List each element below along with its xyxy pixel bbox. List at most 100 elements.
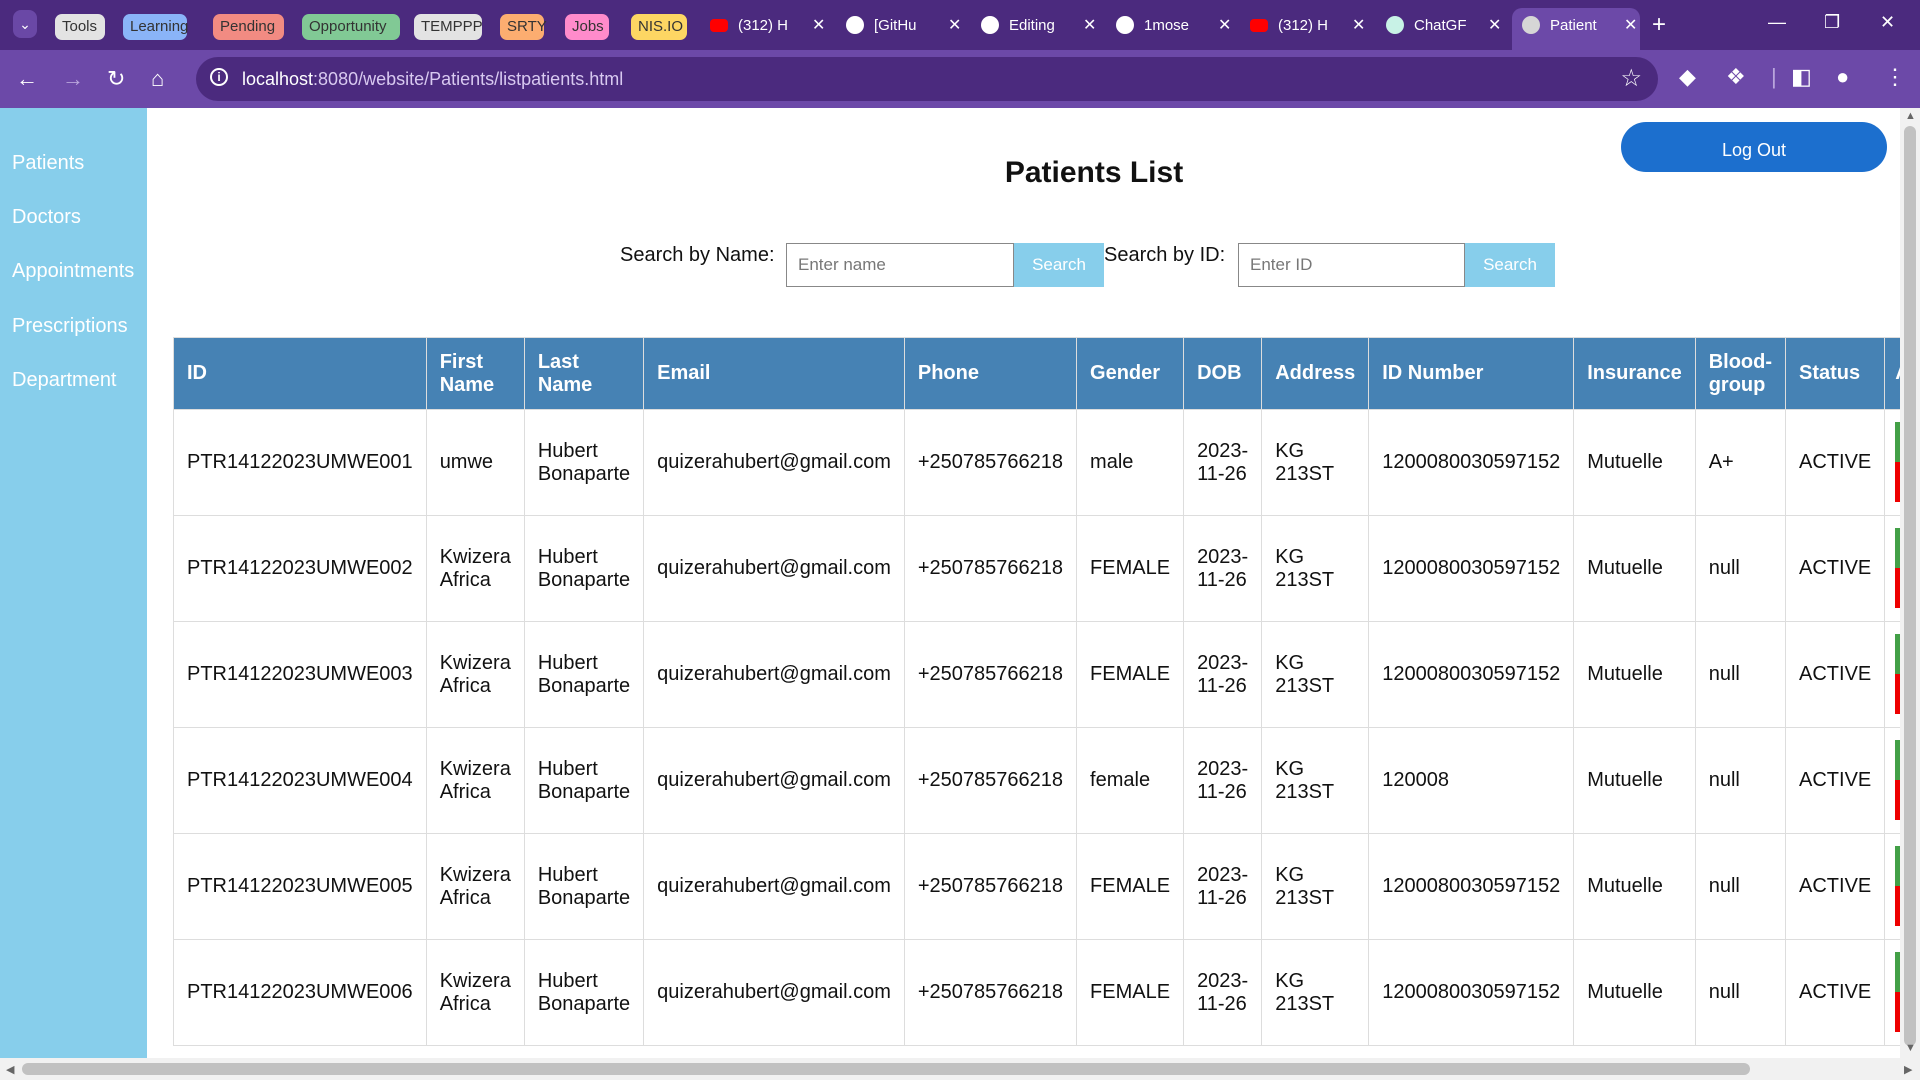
forward-arrow-icon[interactable]: → [62,66,84,92]
tab-group-2[interactable]: Pending [213,14,284,40]
sidebar-item-prescriptions[interactable]: Prescriptions [12,315,128,338]
search-id-input[interactable] [1238,243,1465,287]
table-cell: quizerahubert@gmail.com [643,939,905,1046]
close-tab-icon[interactable]: ✕ [1083,15,1096,35]
column-header[interactable]: Phone [903,337,1078,410]
table-cell: ACTIVE [1785,833,1886,940]
column-header[interactable]: Insurance [1573,337,1696,410]
table-row[interactable]: PTR14122023UMWE001 umwe Hubert Bonaparte qu… [173,409,1900,516]
url-text[interactable]: localhost:8080/website/Patients/listpati… [242,69,623,90]
browser-tab-title: [GitHu [874,16,917,34]
browser-tab-title: Editing [1009,16,1055,34]
browser-tab-title: (312) H [738,16,789,34]
restore-icon[interactable]: ❐ [1824,12,1840,33]
column-header[interactable]: Status [1785,337,1886,410]
table-cell: KG 213ST [1261,727,1370,834]
table-cell: Kwizera Africa [425,939,525,1046]
table-cell: umwe [425,409,525,516]
tab-group-4[interactable]: TEMPPP [414,14,483,40]
close-tab-icon[interactable]: ✕ [1624,15,1637,35]
horizontal-scroll-thumb[interactable] [22,1063,1750,1075]
table-cell: Mutuelle [1573,939,1696,1046]
search-name-input[interactable] [786,243,1014,287]
table-cell: quizerahubert@gmail.com [643,833,905,940]
table-cell: 120008 [1368,727,1575,834]
sidebar: Patients Doctors Appointments Prescripti… [0,108,147,1058]
back-arrow-icon[interactable]: ← [16,66,38,92]
close-tab-icon[interactable]: ✕ [1218,15,1231,35]
table-cell: quizerahubert@gmail.com [643,621,905,728]
scroll-right-arrow-icon[interactable]: ▶ [1904,1063,1912,1076]
scroll-up-arrow-icon[interactable]: ▲ [1905,110,1916,122]
column-header[interactable]: DOB [1183,337,1263,410]
browser-menu-icon[interactable]: ⋮ [1884,64,1906,90]
browser-tab-5[interactable]: ChatGF ✕ [1386,8,1501,42]
tab-group-5[interactable]: SRTY [500,14,547,40]
column-header[interactable]: ID Number [1368,337,1575,410]
column-header[interactable]: Email [643,337,905,410]
table-cell: ACTIVE [1785,939,1886,1046]
sidebar-item-patients[interactable]: Patients [12,152,84,175]
column-header[interactable]: First Name [425,337,525,410]
home-icon[interactable]: ⌂ [151,66,164,92]
close-tab-icon[interactable]: ✕ [948,15,961,35]
table-cell: FEMALE [1076,621,1185,728]
side-panel-icon[interactable]: ◧ [1791,64,1812,90]
table-row[interactable]: PTR14122023UMWE006 Kwizera Africa Hubert B… [173,939,1900,1046]
column-header[interactable]: Last Name [523,337,645,410]
table-cell: KG 213ST [1261,409,1370,516]
column-header[interactable]: Blood-group [1694,337,1787,410]
vertical-scrollbar[interactable]: ▲ ▼ [1900,108,1920,1058]
browser-tab-2[interactable]: Editing ✕ [981,8,1096,42]
tab-search-chevron-icon[interactable]: ⌄ [13,10,37,38]
browser-tab-6[interactable]: Patient ✕ [1522,8,1637,42]
tab-group-6[interactable]: Jobs [565,14,609,40]
column-header[interactable]: ID [173,337,427,410]
scroll-down-arrow-icon[interactable]: ▼ [1905,1042,1916,1054]
extensions-puzzle-icon[interactable]: ❖ [1726,64,1746,90]
table-cell: Hubert Bonaparte [523,515,645,622]
column-header[interactable]: Address [1261,337,1370,410]
table-cell: +250785766218 [903,515,1078,622]
vertical-scroll-thumb[interactable] [1904,126,1916,1046]
column-header[interactable]: A [1884,337,1900,410]
table-cell: 2023-11-26 [1183,727,1263,834]
horizontal-scrollbar[interactable]: ◀ ▶ [0,1058,1920,1080]
extension-colorful-icon[interactable]: ◆ [1679,64,1696,90]
close-window-icon[interactable]: ✕ [1880,12,1895,33]
browser-tab-1[interactable]: [GitHu ✕ [846,8,961,42]
browser-tab-0[interactable]: (312) H ✕ [710,8,825,42]
search-name-button[interactable]: Search [1014,243,1104,287]
reload-icon[interactable]: ↻ [107,66,125,92]
table-header-row: ID First Name Last Name Email Phone Gender DOB… [173,337,1900,410]
table-row[interactable]: PTR14122023UMWE002 Kwizera Africa Hubert B… [173,515,1900,622]
tab-group-3[interactable]: Opportunity [302,14,400,40]
scroll-left-arrow-icon[interactable]: ◀ [6,1063,14,1076]
close-tab-icon[interactable]: ✕ [1352,15,1365,35]
close-tab-icon[interactable]: ✕ [812,15,825,35]
table-row[interactable]: PTR14122023UMWE003 Kwizera Africa Hubert B… [173,621,1900,728]
bookmark-star-icon[interactable]: ☆ [1620,64,1642,93]
sidebar-item-department[interactable]: Department [12,369,117,392]
tab-group-7[interactable]: NIS.IO [631,14,687,40]
new-tab-plus-icon[interactable]: + [1652,11,1666,39]
close-tab-icon[interactable]: ✕ [1488,15,1501,35]
tab-group-0[interactable]: Tools [55,14,105,40]
column-header[interactable]: Gender [1076,337,1185,410]
browser-tab-3[interactable]: 1mose ✕ [1116,8,1231,42]
sidebar-item-doctors[interactable]: Doctors [12,206,81,229]
table-cell: PTR14122023UMWE006 [173,939,427,1046]
profile-avatar-icon[interactable]: ● [1836,64,1849,90]
site-info-icon[interactable]: i [210,68,228,86]
table-row[interactable]: PTR14122023UMWE004 Kwizera Africa Hubert B… [173,727,1900,834]
table-row[interactable]: PTR14122023UMWE005 Kwizera Africa Hubert B… [173,833,1900,940]
sidebar-item-appointments[interactable]: Appointments [12,260,134,283]
table-cell: PTR14122023UMWE002 [173,515,427,622]
minimize-icon[interactable]: — [1768,12,1786,33]
table-cell: null [1694,515,1787,622]
browser-tab-4[interactable]: (312) H ✕ [1250,8,1365,42]
address-bar[interactable]: i localhost:8080/website/Patients/listpa… [196,57,1658,101]
browser-tab-title: 1mose [1144,16,1190,34]
tab-group-1[interactable]: Learning [123,14,188,40]
search-id-button[interactable]: Search [1465,243,1555,287]
